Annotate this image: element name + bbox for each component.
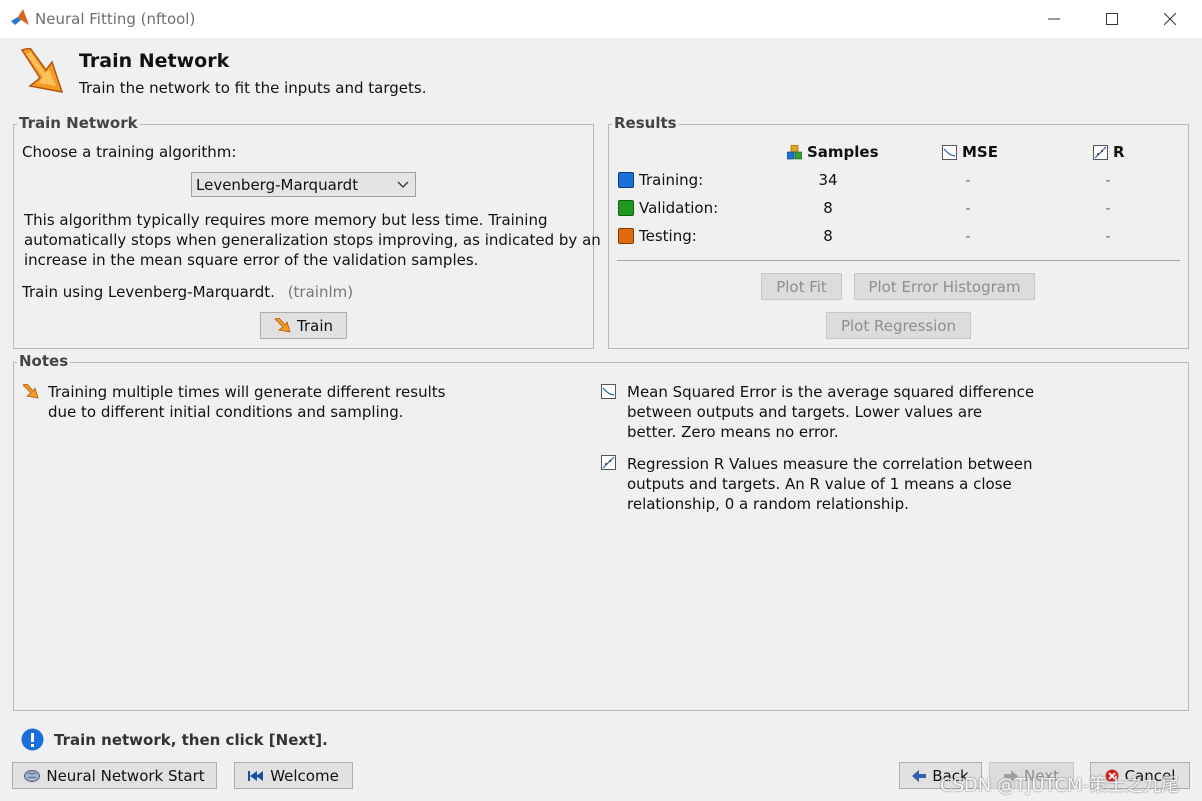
results-group-label: Results <box>612 114 679 132</box>
train-function-name: (trainlm) <box>287 283 354 301</box>
validation-r: - <box>1105 199 1111 217</box>
maximize-icon <box>1106 13 1118 25</box>
train-arrow-icon <box>274 318 291 333</box>
training-algorithm-select[interactable]: Levenberg-Marquardt <box>191 172 416 197</box>
mse-column-header: MSE <box>942 143 998 161</box>
testing-samples: 8 <box>823 227 833 245</box>
info-icon <box>21 728 44 751</box>
plot-error-histogram-button[interactable]: Plot Error Histogram <box>854 273 1035 300</box>
neural-network-start-label: Neural Network Start <box>46 766 205 785</box>
regression-plot-icon <box>601 455 616 470</box>
note-training-line-2: due to different initial conditions and … <box>48 403 404 421</box>
samples-column-header: Samples <box>787 143 879 161</box>
validation-mse: - <box>965 199 971 217</box>
close-icon <box>1164 13 1176 25</box>
neural-network-start-button[interactable]: Neural Network Start <box>12 762 217 789</box>
train-button-label: Train <box>297 316 333 335</box>
close-button[interactable] <box>1141 0 1199 38</box>
training-r: - <box>1105 171 1111 189</box>
training-algorithm-value: Levenberg-Marquardt <box>196 175 359 194</box>
mse-plot-icon <box>942 144 957 160</box>
watermark: CSDN @TJUTCM-策士之九尾 <box>940 775 1180 796</box>
welcome-button[interactable]: Welcome <box>234 762 353 789</box>
validation-label: Validation: <box>639 199 719 217</box>
chevron-down-icon <box>397 181 409 188</box>
notes-group-label: Notes <box>17 352 71 370</box>
validation-samples: 8 <box>823 199 833 217</box>
algorithm-description-line-2: automatically stops when generalization … <box>24 231 601 249</box>
testing-r: - <box>1105 227 1111 245</box>
note-r-line-1: Regression R Values measure the correlat… <box>627 455 1033 473</box>
training-label: Training: <box>639 171 704 189</box>
testing-cube-icon <box>618 228 634 244</box>
algorithm-description-line-1: This algorithm typically requires more m… <box>24 211 548 229</box>
training-mse: - <box>965 171 971 189</box>
note-r-line-3: relationship, 0 a random relationship. <box>627 495 909 513</box>
welcome-label: Welcome <box>270 766 339 785</box>
samples-cubes-icon <box>787 144 802 159</box>
algorithm-description-line-3: increase in the mean square error of the… <box>24 251 479 269</box>
training-cube-icon <box>618 172 634 188</box>
training-samples: 34 <box>818 171 838 189</box>
train-using-label: Train using Levenberg-Marquardt. (trainl… <box>22 283 353 301</box>
page-title: Train Network <box>79 50 230 72</box>
testing-row-label: Testing: <box>618 227 697 245</box>
testing-mse: - <box>965 227 971 245</box>
window-title: Neural Fitting (nftool) <box>35 10 196 28</box>
train-network-group-label: Train Network <box>17 114 140 132</box>
train-using-text: Train using Levenberg-Marquardt. <box>22 283 275 301</box>
note-mse-line-3: better. Zero means no error. <box>627 423 839 441</box>
results-divider <box>617 260 1180 261</box>
validation-cube-icon <box>618 200 634 216</box>
plot-regression-button[interactable]: Plot Regression <box>826 312 971 339</box>
training-row-label: Training: <box>618 171 703 189</box>
samples-header-label: Samples <box>807 143 879 161</box>
train-button[interactable]: Train <box>260 312 347 339</box>
note-r-line-2: outputs and targets. An R value of 1 mea… <box>627 475 1012 493</box>
train-arrow-icon <box>22 384 39 399</box>
status-message: Train network, then click [Next]. <box>54 731 328 749</box>
brain-icon <box>24 769 41 782</box>
testing-label: Testing: <box>639 227 697 245</box>
note-training-line-1: Training multiple times will generate di… <box>48 383 446 401</box>
r-column-header: R <box>1093 143 1125 161</box>
plot-fit-button[interactable]: Plot Fit <box>761 273 842 300</box>
choose-algorithm-label: Choose a training algorithm: <box>22 143 237 161</box>
arrow-left-icon <box>912 769 927 782</box>
note-mse-line-2: between outputs and targets. Lower value… <box>627 403 983 421</box>
validation-row-label: Validation: <box>618 199 718 217</box>
maximize-button[interactable] <box>1083 0 1141 38</box>
r-header-label: R <box>1113 143 1125 161</box>
minimize-button[interactable] <box>1025 0 1083 38</box>
note-mse-line-1: Mean Squared Error is the average square… <box>627 383 1035 401</box>
minimize-icon <box>1048 18 1060 20</box>
mse-header-label: MSE <box>962 143 998 161</box>
regression-plot-icon <box>1093 144 1108 160</box>
matlab-logo-icon <box>11 9 29 25</box>
mse-plot-icon <box>601 384 616 399</box>
rewind-icon <box>248 770 264 781</box>
train-arrow-icon <box>20 48 64 93</box>
page-subtitle: Train the network to fit the inputs and … <box>79 79 427 97</box>
